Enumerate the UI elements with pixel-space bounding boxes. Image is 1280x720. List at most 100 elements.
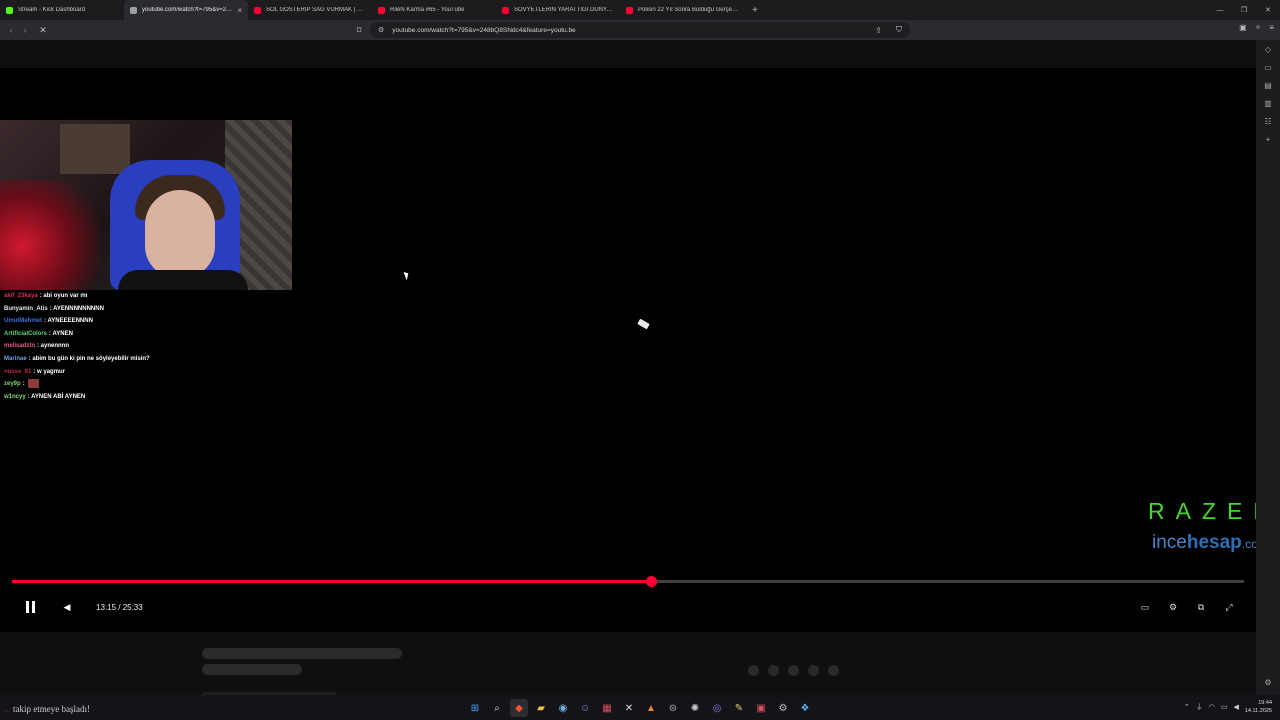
- menu-icon[interactable]: ≡: [1269, 23, 1274, 32]
- address-bar[interactable]: ⚙ youtube.com/watch?t=795&v=248bQ8SNdc4&…: [370, 22, 910, 38]
- file-explorer-icon[interactable]: ▰: [532, 699, 550, 717]
- restore-button[interactable]: ❐: [1232, 0, 1256, 20]
- settings-icon[interactable]: ⚙: [774, 699, 792, 717]
- shield-icon[interactable]: ⛉: [896, 25, 902, 35]
- fullscreen-icon[interactable]: ⤢: [1222, 596, 1236, 618]
- extensions-icon[interactable]: ✧: [1255, 23, 1262, 32]
- app-icon-gray[interactable]: ⊜: [664, 699, 682, 717]
- url-text: youtube.com/watch?t=795&v=248bQ8SNdc4&fe…: [392, 26, 576, 34]
- sidebar-settings-icon[interactable]: ⚙: [1256, 675, 1280, 689]
- stop-loading-icon[interactable]: ✕: [36, 23, 50, 37]
- chat-username: UmutMehmet: [4, 318, 43, 325]
- progress-played: [12, 580, 651, 583]
- chat-message: Bunyamin_Atis: AYENNNNNNNNN: [4, 303, 304, 316]
- add-panel-icon[interactable]: +: [1256, 130, 1280, 148]
- tab[interactable]: SOVYETLERİN YARATTIĞI DÜNYANIN EN: [496, 0, 620, 20]
- chat-text: : AYNEN: [49, 330, 73, 337]
- incehesap-logo: incehesap.com: [1152, 532, 1256, 553]
- brave-browser-icon[interactable]: ◆: [510, 699, 528, 717]
- subtitle-placeholder: [202, 664, 302, 675]
- sidebar-toggle-icon[interactable]: ▣: [1239, 23, 1247, 32]
- start-icon[interactable]: ⊞: [466, 699, 484, 717]
- chat-text: : w yagmur: [33, 368, 66, 375]
- chat-text: : aynennnn: [37, 343, 70, 350]
- volume-icon[interactable]: ◀: [60, 596, 74, 618]
- chat-message: ArtificialColors: AYNEN: [4, 328, 304, 341]
- loading-spinner-icon: [637, 318, 650, 330]
- tab[interactable]: Polisin 22 Yıl Sonra Bulduğu Gerçek Kati…: [620, 0, 744, 20]
- search-icon[interactable]: ⌕: [488, 699, 506, 717]
- reading-list-icon[interactable]: ☷: [1256, 112, 1280, 130]
- chat-message: zey9p:: [4, 378, 304, 391]
- razer-logo: RAZER: [1148, 498, 1256, 524]
- chat-text: : abim bu gün ki pin ne söyleyebilir mis…: [28, 355, 150, 362]
- bookmarks-icon[interactable]: ▥: [1256, 94, 1280, 112]
- tab-favicon-icon: [130, 6, 137, 14]
- bookmark-icon[interactable]: ⌑: [352, 23, 366, 37]
- vlc-icon[interactable]: ▲: [642, 699, 660, 717]
- toolbar-right: ▣ ✧ ≡: [1239, 23, 1274, 32]
- scrubber-handle[interactable]: [645, 576, 657, 587]
- steam-icon[interactable]: ◉: [554, 699, 572, 717]
- progress-bar[interactable]: [12, 576, 1244, 587]
- chat-message: akif_23kaya: abi oyun var mı: [4, 290, 304, 303]
- share-icon[interactable]: ⇪: [875, 26, 882, 35]
- subtitles-icon[interactable]: ▭: [1138, 596, 1152, 618]
- title-placeholder: [202, 648, 402, 659]
- stream-chat-overlay: akif_23kaya: abi oyun var mı Bunyamin_Ati…: [4, 290, 304, 403]
- time-display: 13:15 / 25:33: [96, 602, 143, 612]
- tab[interactable]: Stream - Kick Dashboard: [0, 0, 124, 20]
- pause-button[interactable]: [22, 596, 38, 618]
- tab-list: Stream - Kick Dashboard youtube.com/watch…: [0, 0, 744, 20]
- tray-expand-icon[interactable]: ⌃: [1184, 703, 1190, 711]
- site-info-icon[interactable]: ⚙: [378, 26, 384, 34]
- discord-icon[interactable]: ☺: [576, 699, 594, 717]
- speaker-icon[interactable]: ◀: [1233, 703, 1238, 711]
- screen: Stream - Kick Dashboard youtube.com/watch…: [0, 0, 1280, 720]
- video-player[interactable]: akif_23kaya: abi oyun var mı Bunyamin_Ati…: [0, 68, 1256, 632]
- tab-close-icon[interactable]: ×: [237, 6, 242, 15]
- chatgpt-icon[interactable]: ✺: [686, 699, 704, 717]
- chat-message: UmutMehmet: AYNEEEENNNN: [4, 315, 304, 328]
- tool-icon[interactable]: ✎: [730, 699, 748, 717]
- tab-title: Polisin 22 Yıl Sonra Bulduğu Gerçek Kati…: [638, 7, 738, 13]
- x-app-icon[interactable]: ✕: [620, 699, 638, 717]
- network-app-icon[interactable]: ❖: [796, 699, 814, 717]
- wifi-icon[interactable]: ◠: [1209, 703, 1215, 711]
- tab[interactable]: SOL GÖSTERİP SAĞ VURMAK | Sinirli: [248, 0, 372, 20]
- browser-sidebar: ◇ ▭ ▤ ▥ ☷ + ⚙: [1256, 40, 1280, 695]
- theater-mode-icon[interactable]: ⧉: [1194, 596, 1208, 618]
- tab-favicon-icon: [378, 6, 385, 14]
- chat-username: ArtificialColors: [4, 330, 48, 337]
- usb-icon[interactable]: ⏚: [1196, 702, 1203, 712]
- leo-ai-icon[interactable]: ◇: [1256, 40, 1280, 58]
- webcam-feed: [0, 120, 292, 290]
- tab-favicon-icon: [6, 6, 13, 14]
- window-controls: — ❐ ✕: [1208, 0, 1280, 20]
- tab[interactable]: youtube.com/watch?t=795&v=248bQ8SNdc4&fe…: [124, 0, 248, 20]
- wallet-icon[interactable]: ▭: [1256, 58, 1280, 76]
- chat-text: : AYNEN ABİ AYNEN: [27, 393, 86, 400]
- display-icon[interactable]: ▭: [1221, 703, 1228, 711]
- forward-icon[interactable]: ›: [18, 23, 32, 37]
- mouse-cursor-icon: [403, 270, 411, 281]
- navigation-bar: ‹ › ✕ ⌑ ⚙ youtube.com/watch?t=795&v=248b…: [0, 20, 1280, 40]
- tab-title: SOVYETLERİN YARATTIĞI DÜNYANIN EN: [514, 7, 614, 13]
- calendar-app-icon[interactable]: ▦: [598, 699, 616, 717]
- clock[interactable]: 19:44 14.11.2025: [1245, 699, 1272, 715]
- taskbar: ... takip etmeye başladı! ⊞ ⌕ ◆ ▰ ◉ ☺ ▦ …: [0, 695, 1280, 720]
- tab[interactable]: RileN Karma #65 - YouTube: [372, 0, 496, 20]
- tab-favicon-icon: [254, 6, 261, 14]
- obs-icon[interactable]: ◎: [708, 699, 726, 717]
- minimize-button[interactable]: —: [1208, 0, 1232, 20]
- close-window-button[interactable]: ✕: [1256, 0, 1280, 20]
- new-tab-button[interactable]: +: [748, 5, 762, 16]
- chat-message: melisadztn: aynennnn: [4, 340, 304, 353]
- settings-gear-icon[interactable]: ⚙: [1166, 596, 1180, 618]
- tab-bar: Stream - Kick Dashboard youtube.com/watch…: [0, 0, 1280, 20]
- photo-app-icon[interactable]: ▣: [752, 699, 770, 717]
- tab-title: SOL GÖSTERİP SAĞ VURMAK | Sinirli: [266, 7, 366, 13]
- back-icon[interactable]: ‹: [4, 23, 18, 37]
- action-placeholders: [748, 665, 839, 676]
- news-icon[interactable]: ▤: [1256, 76, 1280, 94]
